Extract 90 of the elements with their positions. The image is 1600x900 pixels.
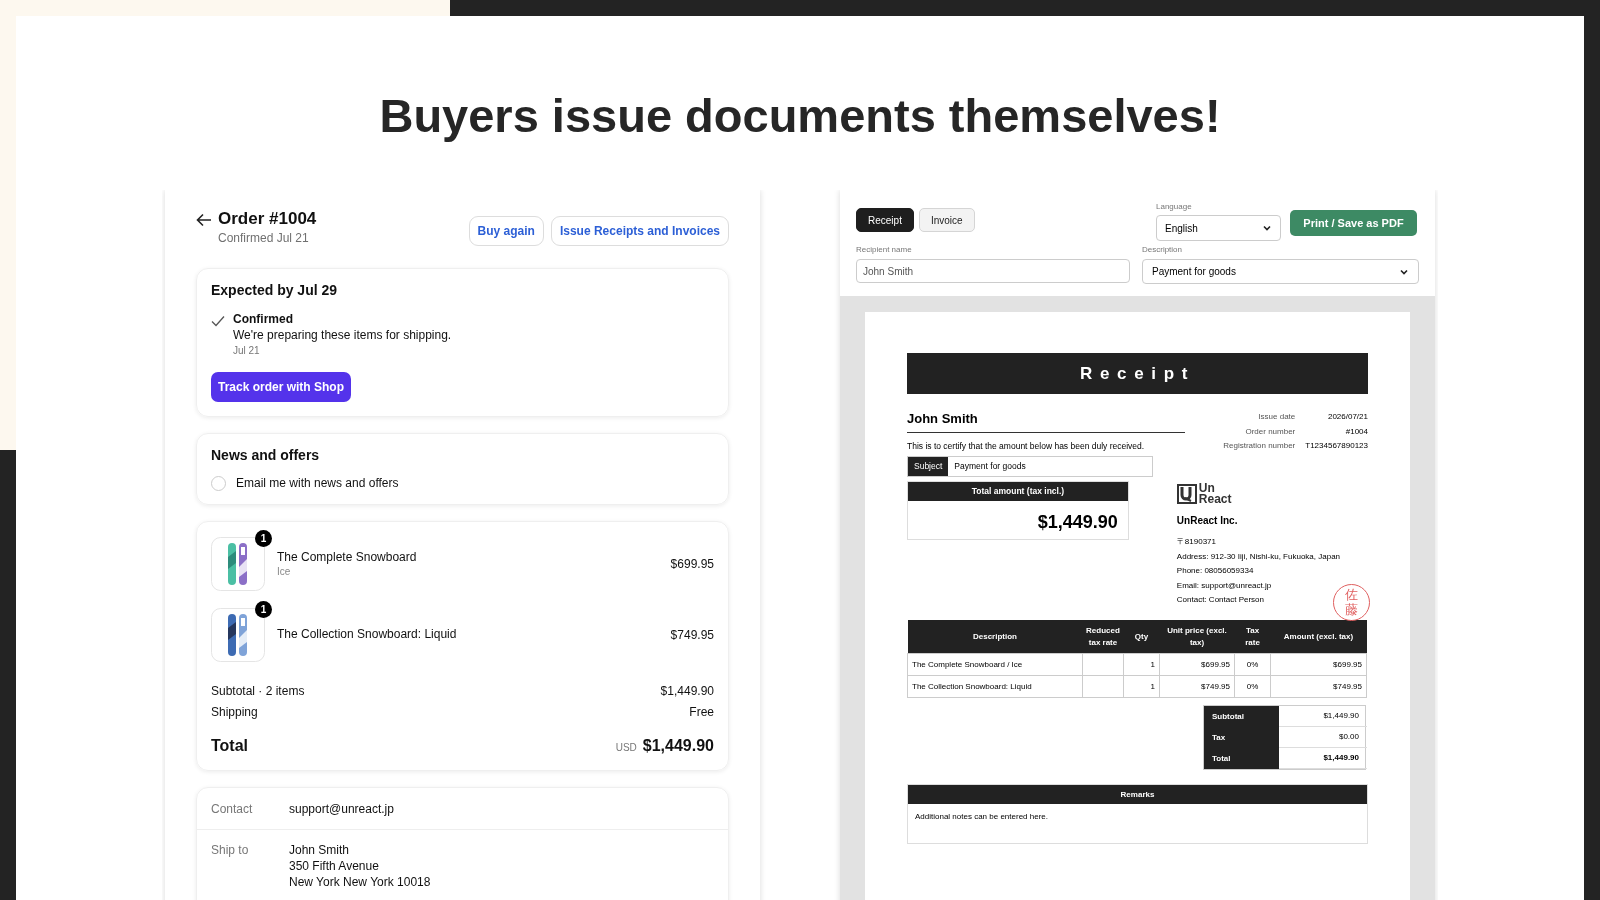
quantity-badge: 1 [255,600,272,618]
tab[interactable]: Receipt [856,208,914,232]
track-order-button[interactable]: Track order with Shop [211,372,352,402]
status-label: Confirmed [233,311,294,327]
company-detail: Email: support@unreact.jp [1176,579,1273,592]
logo-icon [1176,484,1197,504]
table-cell: $699.95 [1159,653,1235,676]
print-button[interactable]: Print / Save as PDF [1290,210,1417,236]
column-header: Qty [1123,619,1160,654]
company-detail: Address: 912-30 Iiji, Nishi-ku, Fukuoka, Japan [1176,550,1342,563]
tab[interactable]: Invoice [918,208,975,232]
company-detail: Contact: Contact Person [1176,594,1265,607]
quantity-badge: 1 [255,529,272,547]
table-cell: $749.95 [1159,675,1235,698]
subject-value: Payment for goods [953,460,1027,474]
totals-value: $1,449.90 [1279,748,1367,770]
product-variant: Ice [277,564,292,578]
product-price: $699.95 [670,555,714,573]
totals-label: Total [1204,748,1279,770]
remarks-text: Additional notes can be entered here. [914,811,1049,824]
table-cell: The Complete Snowboard / Ice [907,653,1083,676]
headline: Buyers issue documents themselves! [379,88,1221,144]
table-cell: The Collection Snowboard: Liquid [907,675,1083,698]
column-header: Amount (excl. tax) [1270,619,1367,654]
column-header: Description [907,619,1083,654]
field-label: Ship to [211,842,250,859]
summary-value: Free [689,705,714,720]
remarks-heading: Remarks [908,785,1367,805]
receipt-title: Receipt [907,353,1368,394]
recipient-input[interactable]: John Smith [856,259,1130,283]
address-line: John Smith [289,842,351,858]
meta-value: 2026/07/21 [1326,411,1368,423]
totals-value: $1,449.90 [1279,706,1367,728]
back-arrow-icon[interactable] [196,213,212,227]
check-icon [211,315,225,327]
total-amount-value: $1,449.90 [1036,511,1119,534]
field-label: Description [1142,245,1183,255]
table-cell: $699.95 [1270,653,1367,676]
summary-label: Shipping [211,705,258,720]
meta-value: #1004 [1344,425,1368,438]
company-name: UnReact Inc. [1176,514,1239,528]
total-amount-label: Total amount (tax incl.) [908,482,1128,501]
outline-button[interactable]: Issue Receipts and Invoices [550,216,729,246]
meta-label: Registration number [1223,440,1296,452]
address-line: New York New York 10018 [289,874,431,890]
company-detail: Phone: 08056059334 [1176,565,1255,578]
total-value: $1,449.90 [642,736,714,756]
certification-text: This is to certify that the amount below has been duly received. [907,440,1146,453]
section-heading: News and offers [211,446,321,464]
summary-value: $1,449.90 [660,684,714,699]
description-select[interactable]: Payment for goods [1142,259,1419,284]
column-header: Unit price (excl. tax) [1159,619,1235,654]
table-cell: 0% [1234,675,1271,698]
totals-value: $0.00 [1279,727,1367,749]
table-cell: 1 [1123,675,1160,698]
meta-label: Issue date [1257,411,1296,423]
product-price: $749.95 [670,626,714,644]
total-label: Total [211,736,249,756]
recipient-name: John Smith [907,410,1185,433]
table-cell: 0% [1234,653,1271,676]
address-line: 350 Fifth Avenue [289,858,380,874]
checkbox[interactable] [211,475,226,491]
currency-code: USD [615,741,637,755]
field-label: Language [1156,202,1193,212]
field-label: Contact [211,800,254,818]
table-cell: 1 [1123,653,1160,676]
table-cell: $749.95 [1270,675,1367,698]
status-date: Jul 21 [233,344,261,358]
totals-label: Tax [1204,727,1279,749]
product-name: The Complete Snowboard [277,549,418,565]
contact-email: support@unreact.jp [289,800,394,818]
meta-label: Order number [1244,425,1296,438]
column-header: Tax rate [1234,619,1271,654]
checkbox-label: Email me with news and offers [236,475,399,492]
chevron-down-icon [1262,223,1272,233]
order-title: Order #1004 [218,208,317,230]
summary-label: Subtotal · 2 items [211,684,305,699]
delivery-heading: Expected by Jul 29 [211,281,339,299]
subject-label: Subject [908,457,949,476]
totals-label: Subtotal [1204,706,1279,728]
outline-button[interactable]: Buy again [468,216,544,246]
status-message: We're preparing these items for shipping. [233,327,452,343]
meta-value: T1234567890123 [1305,440,1368,452]
order-date: Confirmed Jul 21 [218,230,310,246]
logo-text: Un React [1198,483,1233,505]
product-name: The Collection Snowboard: Liquid [277,627,458,642]
field-label: Recipient name [856,245,913,255]
column-header: Reduced tax rate [1082,619,1124,654]
language-select[interactable]: English [1156,215,1281,241]
company-detail: 〒8190371 [1176,536,1217,548]
